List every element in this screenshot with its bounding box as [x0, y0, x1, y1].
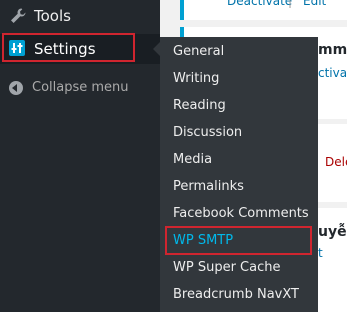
settings-sliders-icon — [9, 40, 25, 56]
sidebar-item-label: Tools — [34, 7, 71, 25]
submenu-item-wp-smtp[interactable]: WP SMTP — [173, 233, 233, 248]
active-row-border — [180, 0, 184, 20]
submenu-item-discussion[interactable]: Discussion — [173, 125, 242, 140]
submenu-item-permalinks[interactable]: Permalinks — [173, 179, 244, 194]
submenu-pointer-arrow — [153, 42, 160, 56]
deactivate-link[interactable]: ctivate — [318, 66, 347, 80]
settings-flyout-submenu: General Writing Reading Discussion Media… — [160, 37, 318, 312]
plugin-title: uyễn — [318, 224, 347, 240]
sidebar-item-label: Settings — [34, 40, 96, 58]
sidebar-item-tools[interactable]: Tools — [0, 3, 160, 29]
submenu-item-writing[interactable]: Writing — [173, 71, 219, 86]
deactivate-link[interactable]: Deactivate — [227, 0, 292, 8]
admin-sidebar: Tools Settings Collapse menu — [0, 0, 160, 312]
plugin-title: mme — [318, 42, 347, 58]
collapse-arrow-icon — [9, 81, 23, 95]
edit-link[interactable]: Edit — [303, 0, 326, 8]
plugin-link[interactable]: t — [318, 246, 323, 260]
submenu-item-wp-super-cache[interactable]: WP Super Cache — [173, 260, 280, 275]
submenu-item-reading[interactable]: Reading — [173, 98, 226, 113]
sidebar-item-settings[interactable]: Settings — [0, 34, 160, 64]
submenu-item-media[interactable]: Media — [173, 152, 212, 167]
submenu-item-facebook-comments[interactable]: Facebook Comments — [173, 206, 309, 221]
submenu-item-general[interactable]: General — [173, 44, 224, 59]
collapse-menu-button[interactable]: Collapse menu — [0, 79, 160, 101]
collapse-menu-label: Collapse menu — [32, 80, 129, 95]
submenu-item-breadcrumb-navxt[interactable]: Breadcrumb NavXT — [173, 287, 299, 302]
delete-link[interactable]: Dele — [325, 155, 347, 169]
plugin-row: Deactivate | Edit — [180, 0, 347, 20]
wrench-icon — [9, 7, 27, 25]
link-separator: | — [288, 0, 293, 8]
